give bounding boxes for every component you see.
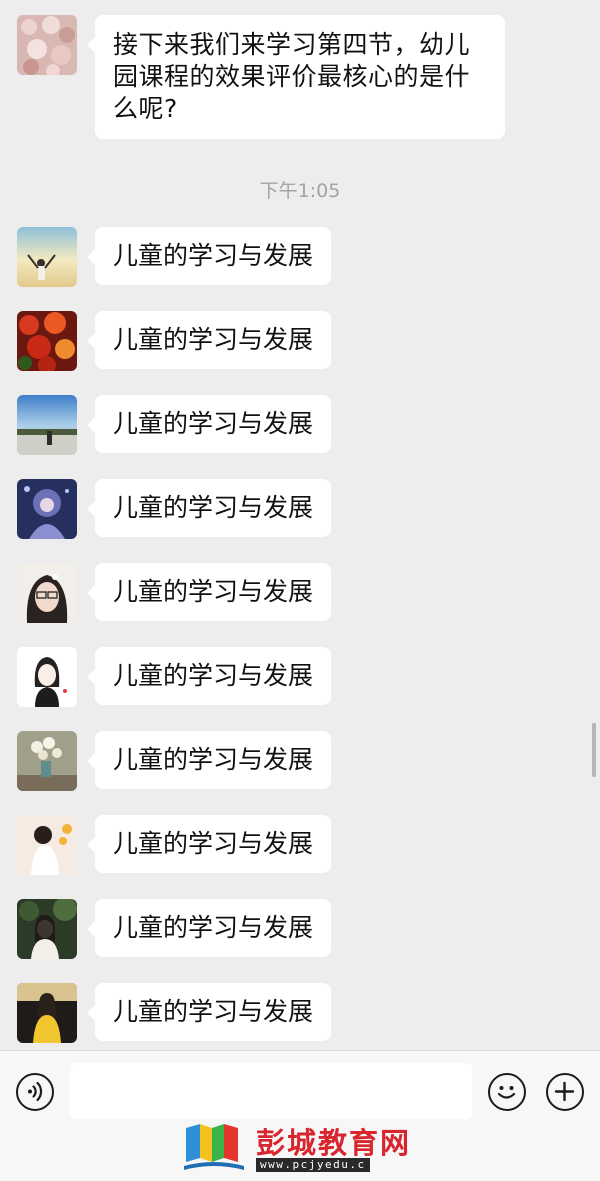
watermark-title: 彭城教育网 <box>256 1126 412 1160</box>
message-bubble[interactable]: 儿童的学习与发展 <box>86 227 332 285</box>
chat-screen: 接下来我们来学习第四节，幼儿园课程的效果评价最核心的是什么呢? 下午1:05 儿… <box>0 0 600 1181</box>
message-input[interactable] <box>70 1063 472 1119</box>
avatar[interactable] <box>17 563 77 623</box>
book-logo-icon <box>184 1124 244 1170</box>
avatar[interactable] <box>17 227 77 287</box>
message-bubble[interactable]: 儿童的学习与发展 <box>86 311 332 369</box>
message-bubble[interactable]: 接下来我们来学习第四节，幼儿园课程的效果评价最核心的是什么呢? <box>87 15 505 139</box>
voice-icon[interactable] <box>16 1073 54 1111</box>
watermark: 彭城教育网 www.pcjyedu.c <box>182 1118 422 1176</box>
emoji-icon[interactable] <box>488 1073 526 1111</box>
message-bubble[interactable]: 儿童的学习与发展 <box>86 563 332 621</box>
timestamp: 下午1:05 <box>259 180 341 202</box>
avatar[interactable] <box>17 395 77 455</box>
avatar[interactable] <box>17 983 77 1043</box>
avatar[interactable] <box>17 899 77 959</box>
message-bubble[interactable]: 儿童的学习与发展 <box>86 815 332 873</box>
avatar[interactable] <box>17 731 77 791</box>
message-bubble[interactable]: 儿童的学习与发展 <box>86 983 332 1041</box>
plus-icon[interactable] <box>546 1073 584 1111</box>
message-bubble[interactable]: 儿童的学习与发展 <box>86 731 332 789</box>
scrollbar[interactable] <box>592 723 596 777</box>
input-bar: 彭城教育网 www.pcjyedu.c <box>0 1050 600 1181</box>
avatar[interactable] <box>17 15 77 75</box>
message-bubble[interactable]: 儿童的学习与发展 <box>86 899 332 957</box>
watermark-url: www.pcjyedu.c <box>256 1158 370 1172</box>
message-bubble[interactable]: 儿童的学习与发展 <box>86 647 332 705</box>
avatar[interactable] <box>17 311 77 371</box>
chat-history[interactable]: 接下来我们来学习第四节，幼儿园课程的效果评价最核心的是什么呢? 下午1:05 儿… <box>0 0 600 1050</box>
message-bubble[interactable]: 儿童的学习与发展 <box>86 479 332 537</box>
avatar[interactable] <box>17 479 77 539</box>
message-bubble[interactable]: 儿童的学习与发展 <box>86 395 332 453</box>
avatar[interactable] <box>17 815 77 875</box>
avatar[interactable] <box>17 647 77 707</box>
